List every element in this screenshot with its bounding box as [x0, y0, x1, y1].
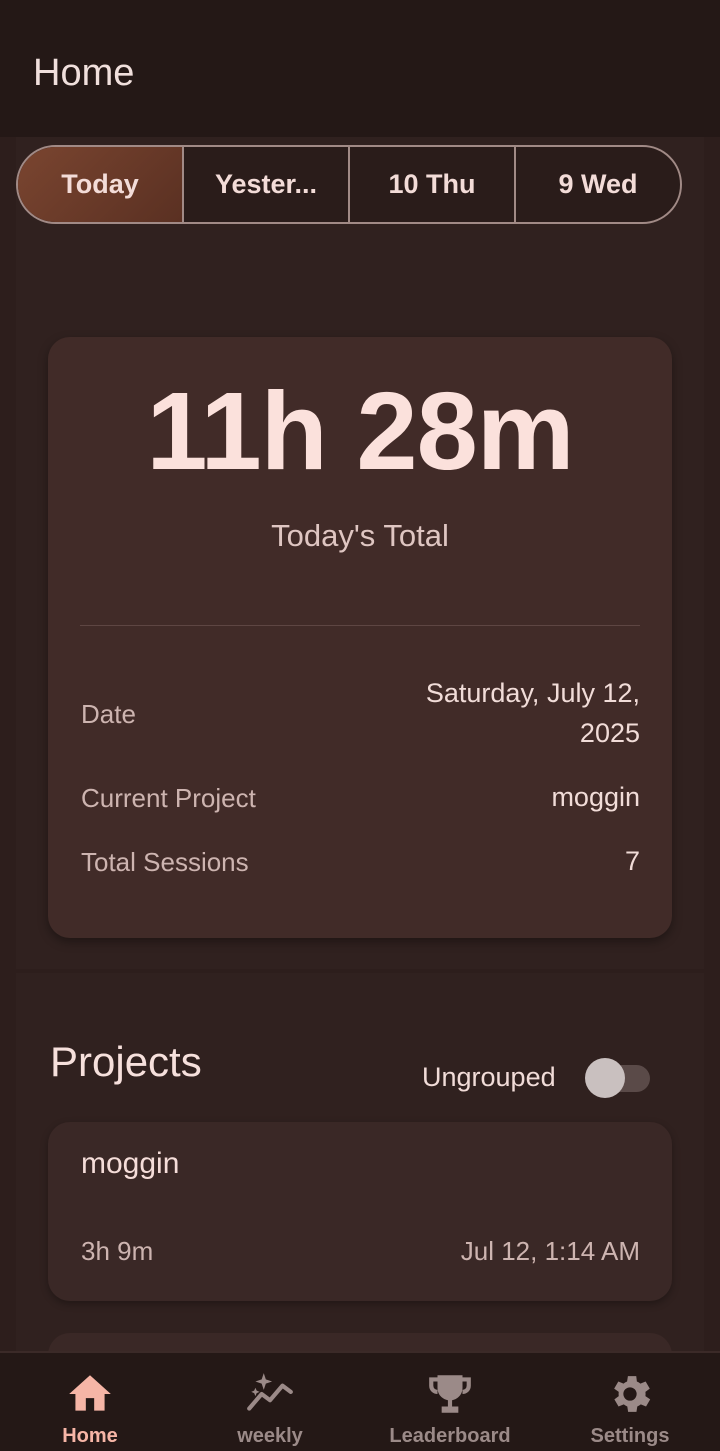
day-selector: Today Yester... 10 Thu 9 Wed	[16, 145, 682, 224]
current-project-value: moggin	[551, 782, 640, 812]
project-duration: 3h 9m	[81, 1236, 154, 1266]
project-last-active: Jul 12, 1:14 AM	[460, 1236, 640, 1266]
nav-settings-label: Settings	[590, 1425, 670, 1447]
date-value-line2: 2025	[579, 718, 640, 748]
trophy-icon	[425, 1369, 475, 1419]
ungrouped-label: Ungrouped	[422, 1062, 556, 1092]
date-label: Date	[81, 699, 136, 729]
date-value-line1: Saturday, July 12,	[425, 678, 640, 708]
gear-icon	[605, 1369, 655, 1419]
total-label: Today's Total	[271, 518, 449, 553]
total-sessions-label: Total Sessions	[81, 847, 249, 877]
divider	[80, 625, 640, 626]
day-option-9-wed[interactable]: 9 Wed	[516, 147, 680, 222]
day-option-10-thu[interactable]: 10 Thu	[350, 147, 516, 222]
bottom-nav: Home weekly Leaderboard Settings	[0, 1351, 720, 1451]
nav-home[interactable]: Home	[0, 1353, 180, 1451]
page-title: Home	[33, 52, 135, 94]
projects-title: Projects	[50, 1038, 202, 1085]
current-project-label: Current Project	[81, 783, 256, 813]
home-icon	[65, 1369, 115, 1419]
day-option-yesterday[interactable]: Yester...	[184, 147, 350, 222]
nav-weekly[interactable]: weekly	[180, 1353, 360, 1451]
nav-weekly-label: weekly	[237, 1425, 303, 1447]
ungrouped-toggle-thumb[interactable]	[585, 1058, 625, 1098]
nav-home-label: Home	[62, 1425, 118, 1447]
day-option-today[interactable]: Today	[18, 147, 184, 222]
nav-leaderboard[interactable]: Leaderboard	[360, 1353, 540, 1451]
total-sessions-value: 7	[624, 846, 640, 876]
nav-leaderboard-label: Leaderboard	[389, 1425, 511, 1447]
total-time: 11h 28m	[146, 370, 574, 493]
trending-sparkle-icon	[245, 1369, 295, 1419]
app-bar: Home	[0, 0, 720, 137]
nav-settings[interactable]: Settings	[540, 1353, 720, 1451]
project-name: moggin	[81, 1147, 180, 1180]
